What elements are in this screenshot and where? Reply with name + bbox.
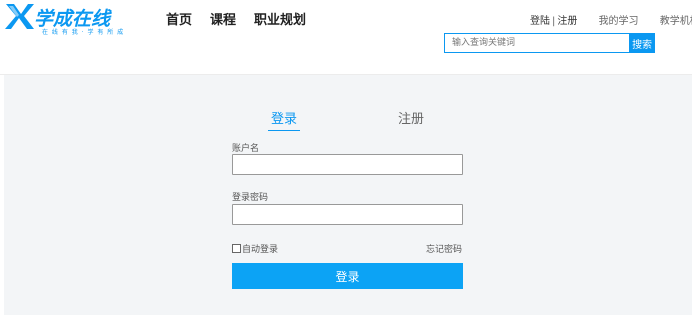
site-header: 学成在线 在 线 有 我 · 学 有 所 成 首页 课程 职业规划 登陆 | 注册 … [0, 0, 692, 75]
login-button[interactable]: 登录 [232, 263, 463, 289]
search-bar: 搜索 [444, 33, 655, 53]
auto-login-label: 自动登录 [242, 245, 279, 255]
header-link-separator: | [552, 16, 556, 27]
logo-x-icon [5, 4, 34, 29]
header-register-link[interactable]: 注册 [557, 16, 577, 27]
header-login-link[interactable]: 登陆 [530, 16, 550, 27]
nav-item-courses[interactable]: 课程 [210, 9, 236, 28]
nav-item-home[interactable]: 首页 [166, 9, 192, 28]
auto-login-checkbox[interactable] [232, 244, 241, 253]
forgot-password-link[interactable]: 忘记密码 [426, 242, 462, 255]
auth-tabs: 登录 注册 [268, 108, 468, 131]
main-nav: 首页 课程 职业规划 [166, 9, 306, 28]
header-links: 登陆|注册 我的学习 教学机构 [530, 12, 692, 27]
username-label: 账户名 [232, 144, 260, 154]
auto-login-option[interactable]: 自动登录 [232, 242, 278, 255]
search-button[interactable]: 搜索 [629, 33, 655, 53]
site-logo[interactable]: 学成在线 在 线 有 我 · 学 有 所 成 [4, 1, 134, 45]
search-input[interactable] [444, 33, 630, 53]
my-study-link[interactable]: 我的学习 [599, 16, 639, 27]
username-field[interactable] [232, 154, 463, 175]
nav-item-career[interactable]: 职业规划 [254, 9, 306, 28]
password-label: 登录密码 [232, 193, 269, 203]
password-field[interactable] [232, 204, 463, 225]
teaching-org-link[interactable]: 教学机构 [660, 16, 692, 27]
brand-slogan: 在 线 有 我 · 学 有 所 成 [42, 29, 125, 36]
tab-login[interactable]: 登录 [268, 108, 300, 131]
tab-register[interactable]: 注册 [398, 108, 424, 127]
header-auth-links: 登陆 | 注册 [530, 16, 581, 27]
